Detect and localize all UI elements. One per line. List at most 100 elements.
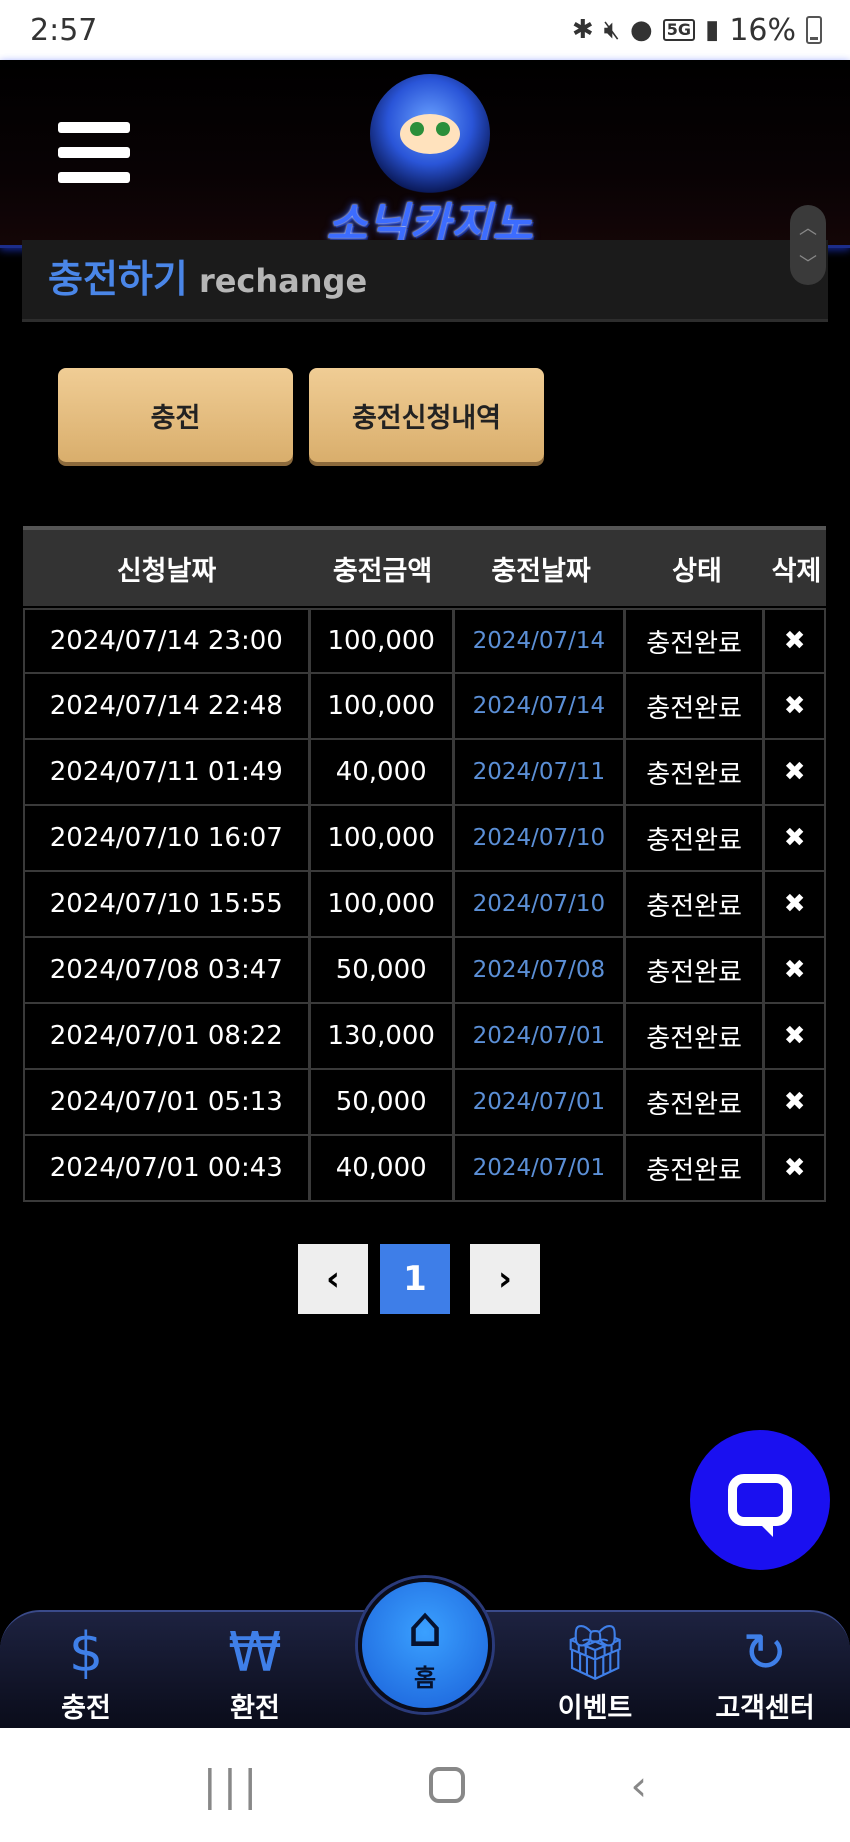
- nav-label-event: 이벤트: [557, 1693, 633, 1724]
- cell-amount: 40,000: [311, 1136, 455, 1200]
- delete-icon[interactable]: ✖: [765, 806, 824, 870]
- status-bar: 2:57 ✱ 🔇︎ ● 5G ▮ 16%: [0, 0, 850, 60]
- cell-status: 충전완료: [626, 938, 766, 1002]
- network-type: 5G: [662, 19, 695, 41]
- delete-icon[interactable]: ✖: [765, 610, 824, 672]
- cell-charge-date: 2024/07/01: [455, 1136, 626, 1200]
- nav-label-exchange: 환전: [230, 1693, 280, 1724]
- nav-item-charge[interactable]: $ 충전: [16, 1620, 156, 1725]
- column-header-amount: 충전금액: [332, 555, 433, 587]
- table-body: 2024/07/14 23:00 100,000 2024/07/14 충전완료…: [23, 608, 826, 1202]
- hands-dollar-icon: ₩: [228, 1621, 282, 1684]
- cell-status: 충전완료: [626, 740, 766, 804]
- table-row: 2024/07/10 15:55 100,000 2024/07/10 충전완료…: [23, 872, 826, 938]
- gift-icon: 🎁︎: [560, 1621, 630, 1684]
- nav-label-charge: 충전: [61, 1693, 111, 1724]
- cell-request-date: 2024/07/14 22:48: [25, 674, 311, 738]
- delete-icon[interactable]: ✖: [765, 740, 824, 804]
- logo-mascot-image: [370, 74, 490, 194]
- cell-status: 충전완료: [626, 1136, 766, 1200]
- cell-amount: 130,000: [311, 1004, 455, 1068]
- cell-request-date: 2024/07/01 05:13: [25, 1070, 311, 1134]
- cell-amount: 100,000: [311, 872, 455, 936]
- cell-charge-date: 2024/07/01: [455, 1070, 626, 1134]
- cell-request-date: 2024/07/10 15:55: [25, 872, 311, 936]
- system-home-icon[interactable]: [428, 1767, 465, 1803]
- cell-charge-date: 2024/07/08: [455, 938, 626, 1002]
- page-subtitle: rechange: [198, 262, 368, 300]
- mute-icon: 🔇︎: [603, 14, 621, 45]
- column-header-delete: 삭제: [771, 555, 822, 587]
- cell-request-date: 2024/07/14 23:00: [25, 610, 311, 672]
- cell-amount: 100,000: [311, 674, 455, 738]
- cell-status: 충전완료: [626, 1070, 766, 1134]
- battery-percent: 16%: [729, 12, 796, 48]
- table-row: 2024/07/14 22:48 100,000 2024/07/14 충전완료…: [23, 674, 826, 740]
- cell-status: 충전완료: [626, 872, 766, 936]
- nav-label-home: 홈: [413, 1663, 437, 1692]
- chevron-down-icon[interactable]: ﹀: [799, 250, 817, 276]
- cell-charge-date: 2024/07/10: [455, 872, 626, 936]
- page-title: 충전하기: [48, 257, 188, 301]
- nav-item-event[interactable]: 🎁︎ 이벤트: [525, 1620, 665, 1725]
- battery-icon: [806, 16, 822, 44]
- cell-status: 충전완료: [626, 610, 766, 672]
- menu-icon[interactable]: [58, 122, 130, 184]
- recent-apps-icon[interactable]: |||: [203, 1761, 263, 1810]
- cell-request-date: 2024/07/08 03:47: [25, 938, 311, 1002]
- cell-amount: 100,000: [311, 806, 455, 870]
- location-icon: ●: [630, 15, 653, 45]
- delete-icon[interactable]: ✖: [765, 1136, 824, 1200]
- chat-bubble-icon: [728, 1474, 792, 1537]
- nav-label-support: 고객센터: [715, 1693, 815, 1724]
- site-logo[interactable]: 소닉카지노: [300, 68, 560, 250]
- cell-request-date: 2024/07/01 00:43: [25, 1136, 311, 1200]
- cell-amount: 100,000: [311, 610, 455, 672]
- cell-charge-date: 2024/07/10: [455, 806, 626, 870]
- support-24-icon: ↻: [742, 1621, 788, 1684]
- pagination-current-page[interactable]: 1: [380, 1244, 450, 1314]
- cell-amount: 50,000: [311, 938, 455, 1002]
- delete-icon[interactable]: ✖: [765, 938, 824, 1002]
- charge-history-table: 신청날짜 충전금액 충전날짜 상태 삭제 2024/07/14 23:00 10…: [23, 526, 826, 1202]
- table-row: 2024/07/01 00:43 40,000 2024/07/01 충전완료 …: [23, 1136, 826, 1202]
- delete-icon[interactable]: ✖: [765, 1004, 824, 1068]
- charge-history-button[interactable]: 충전신청내역: [309, 368, 544, 462]
- cell-request-date: 2024/07/01 08:22: [25, 1004, 311, 1068]
- cell-charge-date: 2024/07/14: [455, 610, 626, 672]
- column-header-request-date: 신청날짜: [116, 555, 217, 587]
- status-icons: ✱ 🔇︎ ● 5G ▮ 16%: [572, 13, 822, 48]
- site-header: 소닉카지노: [0, 60, 850, 250]
- table-row: 2024/07/01 08:22 130,000 2024/07/01 충전완료…: [23, 1004, 826, 1070]
- scroll-control[interactable]: ︿ ﹀: [790, 205, 826, 285]
- delete-icon[interactable]: ✖: [765, 1070, 824, 1134]
- hand-dollar-icon: $: [68, 1621, 104, 1684]
- cell-charge-date: 2024/07/11: [455, 740, 626, 804]
- cell-request-date: 2024/07/10 16:07: [25, 806, 311, 870]
- chat-button[interactable]: [690, 1430, 830, 1570]
- cell-charge-date: 2024/07/14: [455, 674, 626, 738]
- charge-button[interactable]: 충전: [58, 368, 293, 462]
- pagination-prev-button[interactable]: ‹: [298, 1244, 368, 1314]
- cell-charge-date: 2024/07/01: [455, 1004, 626, 1068]
- cell-status: 충전완료: [626, 806, 766, 870]
- cell-status: 충전완료: [626, 674, 766, 738]
- column-header-status: 상태: [672, 555, 722, 587]
- chevron-up-icon[interactable]: ︿: [799, 214, 817, 240]
- nav-item-support[interactable]: ↻ 고객센터: [695, 1620, 835, 1725]
- table-row: 2024/07/10 16:07 100,000 2024/07/10 충전완료…: [23, 806, 826, 872]
- system-nav-bar: ||| ‹: [0, 1728, 850, 1842]
- pagination-next-button[interactable]: ›: [470, 1244, 540, 1314]
- table-row: 2024/07/01 05:13 50,000 2024/07/01 충전완료 …: [23, 1070, 826, 1136]
- table-header: 신청날짜 충전금액 충전날짜 상태 삭제: [23, 526, 826, 606]
- home-icon: ⌂: [407, 1594, 443, 1660]
- bluetooth-icon: ✱: [571, 15, 594, 45]
- nav-item-home[interactable]: ⌂ 홈: [358, 1578, 492, 1712]
- nav-item-exchange[interactable]: ₩ 환전: [185, 1620, 325, 1725]
- delete-icon[interactable]: ✖: [765, 674, 824, 738]
- cell-status: 충전완료: [626, 1004, 766, 1068]
- delete-icon[interactable]: ✖: [765, 872, 824, 936]
- back-icon[interactable]: ‹: [630, 1761, 647, 1810]
- table-row: 2024/07/14 23:00 100,000 2024/07/14 충전완료…: [23, 608, 826, 674]
- column-header-charge-date: 충전날짜: [491, 555, 591, 587]
